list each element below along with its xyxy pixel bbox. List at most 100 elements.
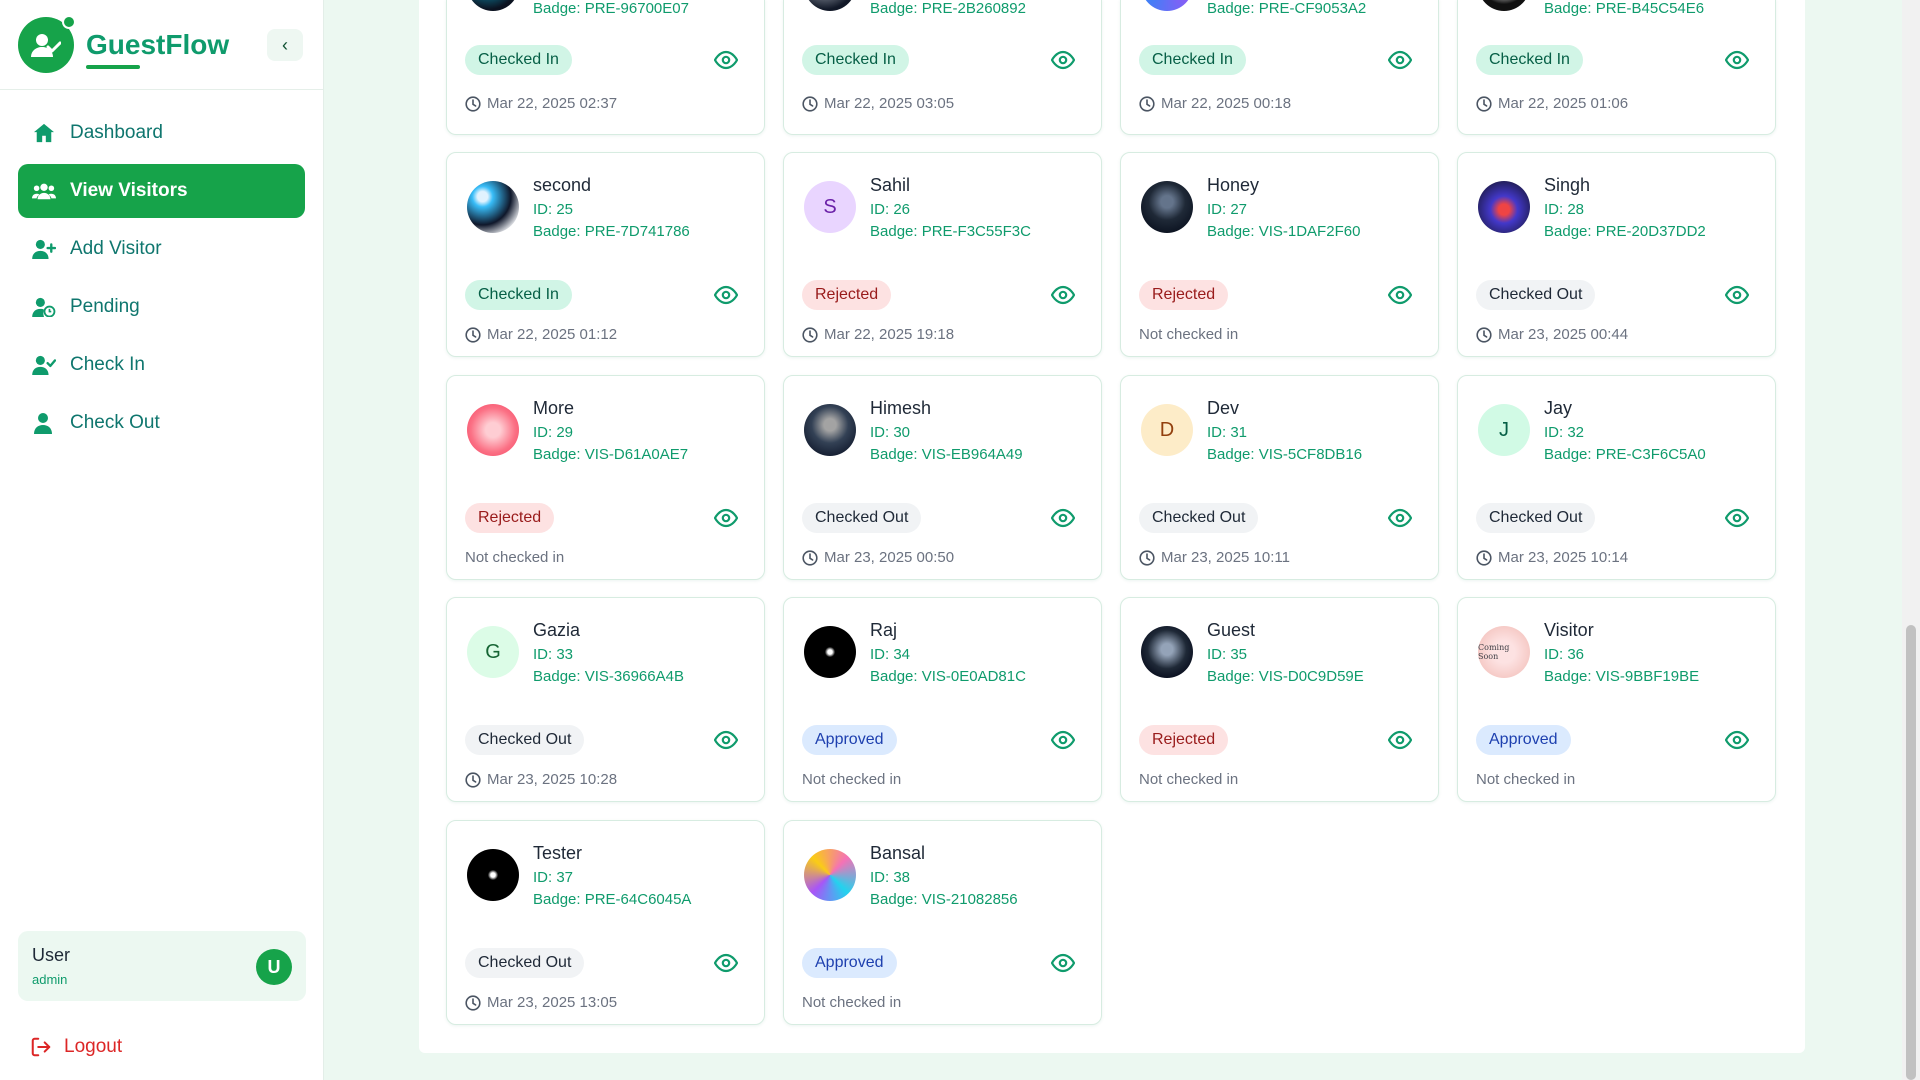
visitor-card[interactable]: Bansal ID: 38 Badge: VIS-21082856 Approved N… <box>783 820 1102 1025</box>
eye-icon[interactable] <box>713 285 739 305</box>
visitor-time: Mar 23, 2025 13:05 <box>465 994 617 1011</box>
visitor-card[interactable]: Badge: PRE-B45C54E6 Checked In Mar 22, 202… <box>1457 0 1776 135</box>
visitor-time: Not checked in <box>1476 771 1575 788</box>
visitor-card[interactable]: Raj ID: 34 Badge: VIS-0E0AD81C Approved Not … <box>783 597 1102 802</box>
visitor-avatar <box>467 181 519 233</box>
visitor-card[interactable]: Badge: PRE-96700E07 Checked In Mar 22, 202… <box>446 0 765 135</box>
eye-icon[interactable] <box>1050 953 1076 973</box>
visitor-badge: Badge: PRE-96700E07 <box>533 0 689 17</box>
visitor-time-text: Mar 22, 2025 19:18 <box>824 326 955 343</box>
eye-icon[interactable] <box>1724 50 1750 70</box>
brand-logo-icon <box>18 14 76 73</box>
visitor-time: Not checked in <box>1139 771 1238 788</box>
visitor-avatar <box>804 0 856 11</box>
visitor-time-text: Mar 23, 2025 00:44 <box>1498 326 1629 343</box>
eye-icon[interactable] <box>1724 730 1750 750</box>
nav-item-check-in[interactable]: Check In <box>18 338 305 392</box>
visitor-card[interactable]: Coming Soon Visitor ID: 36 Badge: VIS-9BBF1… <box>1457 597 1776 802</box>
users-icon <box>32 179 56 203</box>
visitor-grid: Badge: PRE-96700E07 Checked In Mar 22, 202… <box>419 0 1805 1053</box>
visitor-card[interactable]: Badge: PRE-CF9053A2 Checked In Mar 22, 202… <box>1120 0 1439 135</box>
scrollbar-thumb[interactable] <box>1906 625 1916 1080</box>
nav-item-label: Pending <box>70 296 140 317</box>
visitor-card[interactable]: G Gazia ID: 33 Badge: VIS-36966A4B Checked O… <box>446 597 765 802</box>
status-badge: Checked In <box>802 45 909 75</box>
visitor-time-text: Mar 23, 2025 00:50 <box>824 549 955 566</box>
visitor-avatar <box>467 0 519 11</box>
user-name: User <box>32 945 71 965</box>
visitor-id: ID: 31 <box>1207 424 1248 441</box>
visitor-name: Singh <box>1544 175 1591 195</box>
visitor-badge: Badge: PRE-64C6045A <box>533 891 692 908</box>
nav-item-pending[interactable]: Pending <box>18 280 305 334</box>
logout-button[interactable]: Logout <box>30 1036 122 1058</box>
status-badge: Rejected <box>465 503 555 533</box>
visitor-card[interactable]: Tester ID: 37 Badge: PRE-64C6045A Checked O… <box>446 820 765 1025</box>
eye-icon[interactable] <box>1050 50 1076 70</box>
visitor-time-text: Mar 23, 2025 10:14 <box>1498 549 1629 566</box>
visitor-time-text: Mar 22, 2025 03:05 <box>824 95 955 112</box>
eye-icon[interactable] <box>1050 508 1076 528</box>
visitor-time: Mar 22, 2025 03:05 <box>802 95 954 112</box>
nav-item-add-visitor[interactable]: Add Visitor <box>18 222 305 276</box>
user-avatar[interactable]: U <box>256 949 292 985</box>
eye-icon[interactable] <box>1724 285 1750 305</box>
nav-item-label: Dashboard <box>70 122 163 143</box>
eye-icon[interactable] <box>1387 508 1413 528</box>
scrollbar[interactable] <box>1902 0 1920 1080</box>
nav-item-dashboard[interactable]: Dashboard <box>18 106 305 160</box>
visitor-time: Mar 23, 2025 10:11 <box>1139 549 1290 566</box>
nav-item-view-visitors[interactable]: View Visitors <box>18 164 305 218</box>
visitor-id: ID: 25 <box>533 201 574 218</box>
visitor-card[interactable]: Himesh ID: 30 Badge: VIS-EB964A49 Checked O… <box>783 375 1102 580</box>
visitor-badge: Badge: VIS-1DAF2F60 <box>1207 223 1361 240</box>
eye-icon[interactable] <box>1050 730 1076 750</box>
visitor-card[interactable]: J Jay ID: 32 Badge: PRE-C3F6C5A0 Checked Out… <box>1457 375 1776 580</box>
eye-icon[interactable] <box>1387 50 1413 70</box>
brand-name: GuestFlow <box>86 29 229 69</box>
visitor-avatar <box>1478 0 1530 11</box>
visitor-badge: Badge: PRE-2B260892 <box>870 0 1026 17</box>
clock-icon <box>465 326 481 343</box>
eye-icon[interactable] <box>713 508 739 528</box>
visitor-card[interactable]: Honey ID: 27 Badge: VIS-1DAF2F60 Rejected No… <box>1120 152 1439 357</box>
visitor-badge: Badge: PRE-B45C54E6 <box>1544 0 1705 17</box>
eye-icon[interactable] <box>1387 285 1413 305</box>
visitor-time: Mar 23, 2025 10:28 <box>465 771 617 788</box>
status-badge: Approved <box>802 725 897 755</box>
nav-item-check-out[interactable]: Check Out <box>18 396 305 450</box>
visitor-id: ID: 38 <box>870 869 911 886</box>
visitor-time: Not checked in <box>1139 326 1238 343</box>
eye-icon[interactable] <box>713 953 739 973</box>
eye-icon[interactable] <box>1724 508 1750 528</box>
nav-item-label: Check Out <box>70 412 160 433</box>
eye-icon[interactable] <box>1387 730 1413 750</box>
visitor-avatar <box>1141 181 1193 233</box>
visitor-time: Mar 22, 2025 01:06 <box>1476 95 1628 112</box>
eye-icon[interactable] <box>713 730 739 750</box>
status-badge: Checked Out <box>1139 503 1259 533</box>
visitor-card[interactable]: S Sahil ID: 26 Badge: PRE-F3C55F3C Rejected M… <box>783 152 1102 357</box>
visitor-card[interactable]: More ID: 29 Badge: VIS-D61A0AE7 Rejected Not… <box>446 375 765 580</box>
eye-icon[interactable] <box>1050 285 1076 305</box>
visitor-time-text: Not checked in <box>1139 326 1239 343</box>
eye-icon[interactable] <box>713 50 739 70</box>
visitor-card[interactable]: Guest ID: 35 Badge: VIS-D0C9D59E Rejected No… <box>1120 597 1439 802</box>
visitor-badge: Badge: VIS-5CF8DB16 <box>1207 446 1363 463</box>
visitor-card[interactable]: Singh ID: 28 Badge: PRE-20D37DD2 Checked Ou… <box>1457 152 1776 357</box>
visitor-avatar <box>804 626 856 678</box>
collapse-sidebar-button[interactable]: ‹ <box>267 29 303 61</box>
user-clock-icon <box>32 295 56 319</box>
visitor-card[interactable]: Badge: PRE-2B260892 Checked In Mar 22, 202… <box>783 0 1102 135</box>
clock-icon <box>1139 95 1155 112</box>
nav-item-label: Add Visitor <box>70 238 162 259</box>
visitor-badge: Badge: PRE-C3F6C5A0 <box>1544 446 1706 463</box>
visitor-time-text: Not checked in <box>802 994 902 1011</box>
visitor-time: Mar 22, 2025 02:37 <box>465 95 617 112</box>
visitor-badge: Badge: PRE-7D741786 <box>533 223 690 240</box>
visitor-card[interactable]: D Dev ID: 31 Badge: VIS-5CF8DB16 Checked Out… <box>1120 375 1439 580</box>
visitor-avatar <box>804 849 856 901</box>
visitor-id: ID: 37 <box>533 869 574 886</box>
visitor-card[interactable]: second ID: 25 Badge: PRE-7D741786 Checked I… <box>446 152 765 357</box>
visitor-avatar <box>804 404 856 456</box>
